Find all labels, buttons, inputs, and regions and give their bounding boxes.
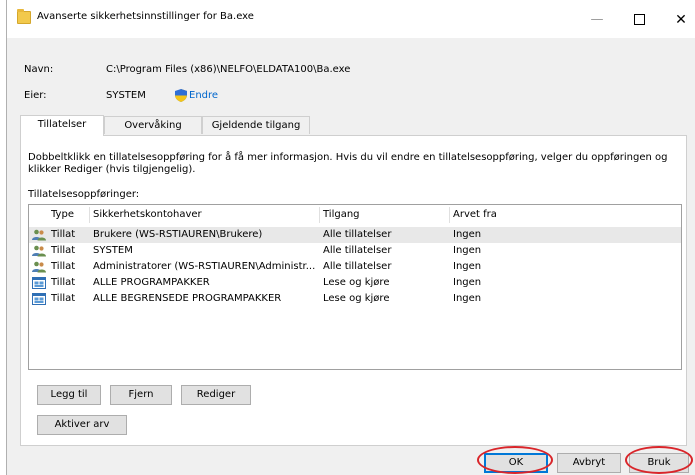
list-header: Type Sikkerhetskontohaver Tilgang Arvet …: [29, 205, 681, 225]
row-inherited: Ingen: [453, 293, 482, 304]
name-value: C:\Program Files (x86)\NELFO\ELDATA100\B…: [106, 64, 351, 75]
table-row[interactable]: Tillat Administratorer (WS-RSTIAUREN\Adm…: [29, 259, 681, 275]
row-inherited: Ingen: [453, 245, 482, 256]
add-button[interactable]: Legg til: [37, 385, 101, 405]
row-inherited: Ingen: [453, 277, 482, 288]
row-access: Alle tillatelser: [323, 229, 392, 240]
enable-inheritance-button[interactable]: Aktiver arv: [37, 415, 127, 435]
cancel-button[interactable]: Avbryt: [557, 453, 621, 473]
column-header-principal[interactable]: Sikkerhetskontohaver: [93, 209, 202, 220]
column-divider[interactable]: [319, 207, 320, 223]
tab-permissions[interactable]: Tillatelser: [20, 115, 104, 136]
row-principal: SYSTEM: [93, 245, 133, 256]
folder-icon: [17, 9, 31, 24]
row-type: Tillat: [51, 245, 76, 256]
column-divider[interactable]: [449, 207, 450, 223]
permissions-panel: Dobbeltklikk en tillatelsesoppføring for…: [20, 135, 687, 446]
row-access: Alle tillatelser: [323, 245, 392, 256]
title-bar[interactable]: Avanserte sikkerhetsinnstillinger for Ba…: [7, 0, 695, 38]
column-header-inherited[interactable]: Arvet fra: [453, 209, 497, 220]
row-principal: Brukere (WS-RSTIAUREN\Brukere): [93, 229, 263, 240]
change-owner-link[interactable]: Endre: [189, 90, 218, 101]
ok-button[interactable]: OK: [484, 453, 548, 473]
remove-button[interactable]: Fjern: [110, 385, 172, 405]
owner-label: Eier:: [24, 90, 47, 101]
apply-button[interactable]: Bruk: [629, 453, 689, 473]
row-type: Tillat: [51, 261, 76, 272]
row-principal: ALLE BEGRENSEDE PROGRAMPAKKER: [93, 293, 282, 304]
permission-entries-list[interactable]: Type Sikkerhetskontohaver Tilgang Arvet …: [28, 204, 682, 370]
tab-effective-access[interactable]: Gjeldende tilgang: [202, 116, 310, 134]
row-type: Tillat: [51, 293, 76, 304]
close-button[interactable]: ✕: [661, 6, 695, 34]
entries-label: Tillatelsesoppføringer:: [28, 189, 140, 200]
row-type: Tillat: [51, 229, 76, 240]
row-principal: ALLE PROGRAMPAKKER: [93, 277, 210, 288]
package-icon: [32, 293, 46, 305]
users-icon: [32, 245, 46, 257]
row-type: Tillat: [51, 277, 76, 288]
window-title: Avanserte sikkerhetsinnstillinger for Ba…: [37, 11, 254, 22]
maximize-button[interactable]: [619, 6, 659, 34]
table-row[interactable]: Tillat SYSTEM Alle tillatelser Ingen: [29, 243, 681, 259]
column-header-type[interactable]: Type: [51, 209, 74, 220]
row-inherited: Ingen: [453, 229, 482, 240]
row-principal: Administratorer (WS-RSTIAUREN\Administr.…: [93, 261, 316, 272]
users-icon: [32, 261, 46, 273]
table-row[interactable]: Tillat ALLE BEGRENSEDE PROGRAMPAKKER Les…: [29, 291, 681, 307]
row-access: Lese og kjøre: [323, 277, 390, 288]
table-row[interactable]: Tillat ALLE PROGRAMPAKKER Lese og kjøre …: [29, 275, 681, 291]
maximize-icon: [633, 14, 645, 25]
row-access: Alle tillatelser: [323, 261, 392, 272]
tab-auditing[interactable]: Overvåking: [104, 116, 202, 134]
description-text: Dobbeltklikk en tillatelsesoppføring for…: [28, 152, 668, 175]
name-label: Navn:: [24, 64, 54, 75]
package-icon: [32, 277, 46, 289]
shield-icon: [175, 89, 187, 102]
table-row[interactable]: Tillat Brukere (WS-RSTIAUREN\Brukere) Al…: [29, 227, 681, 243]
edit-button[interactable]: Rediger: [181, 385, 251, 405]
security-settings-window: Avanserte sikkerhetsinnstillinger for Ba…: [6, 0, 695, 475]
owner-value: SYSTEM: [106, 90, 146, 101]
users-icon: [32, 229, 46, 241]
row-access: Lese og kjøre: [323, 293, 390, 304]
column-divider[interactable]: [89, 207, 90, 223]
row-inherited: Ingen: [453, 261, 482, 272]
column-header-access[interactable]: Tilgang: [323, 209, 360, 220]
minimize-button[interactable]: —: [577, 6, 617, 34]
